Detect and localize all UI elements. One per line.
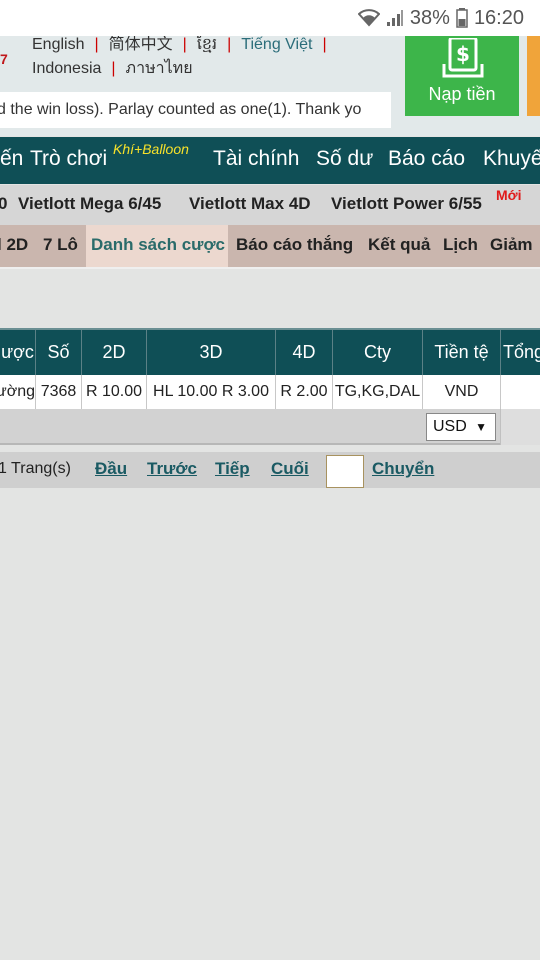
status-bar: 38% 16:20: [0, 0, 540, 36]
col-total: Tổng: [503, 342, 540, 362]
battery-percent: 38%: [409, 6, 450, 29]
vietlott-nav: 0 Vietlott Mega 6/45 Vietlott Max 4D Vie…: [0, 185, 540, 225]
lang-khmer[interactable]: ខ្មែរ: [197, 36, 217, 53]
vietlott-mega-645[interactable]: Vietlott Mega 6/45: [18, 194, 161, 214]
cell-3d: HL 10.00 R 3.00: [147, 375, 276, 409]
currency-select[interactable]: USD ▼: [426, 413, 496, 441]
page-number-input[interactable]: [326, 455, 364, 488]
orange-button-edge[interactable]: [527, 36, 540, 116]
col-number: Số: [36, 330, 82, 375]
cell-total: [501, 375, 540, 409]
language-row-2: Indonesia | ภาษาไทย: [32, 60, 193, 77]
lang-chinese[interactable]: 简体中文: [109, 36, 173, 53]
dropdown-arrow-icon: ▼: [475, 420, 487, 434]
col-2d: 2D: [82, 330, 147, 375]
language-row-1: English | 简体中文 | ខ្មែរ | Tiếng Việt |: [32, 36, 327, 53]
notice-text: d the win loss). Parlay counted as one(1…: [0, 101, 362, 118]
status-indicators: 38% 16:20: [357, 6, 524, 30]
wifi-icon: [357, 9, 380, 27]
new-badge: Mới: [496, 187, 522, 203]
vietlott-power-655[interactable]: Vietlott Power 6/55: [331, 194, 482, 214]
nav-item-reports[interactable]: Báo cáo: [388, 147, 465, 171]
last-page-link[interactable]: Cuối: [271, 459, 309, 479]
notice-marquee: d the win loss). Parlay counted as one(1…: [0, 92, 391, 128]
col-currency: Tiền tệ: [423, 330, 501, 375]
deposit-money-icon: $: [442, 36, 484, 85]
main-nav: ến Trò chơi Khí+Balloon Tài chính Số dư …: [0, 137, 540, 184]
bet-tab-schedule[interactable]: Lịch: [443, 235, 478, 255]
nav-item-games[interactable]: Trò chơi: [30, 147, 107, 171]
currency-select-value: USD: [433, 418, 467, 435]
bet-tab-bet-list[interactable]: Danh sách cược: [91, 235, 225, 255]
go-to-page-link[interactable]: Chuyển: [372, 459, 434, 479]
lang-vietnamese[interactable]: Tiếng Việt: [241, 36, 312, 53]
col-company: Cty: [333, 330, 423, 375]
cell-bet-type: ường: [0, 375, 36, 409]
page-count-text: 1 Trang(s): [0, 460, 71, 477]
cell-company: TG,KG,DAL: [333, 375, 423, 409]
bet-tab-results[interactable]: Kết quả: [368, 235, 430, 255]
nav-item-partial[interactable]: ến: [0, 147, 23, 171]
svg-text:$: $: [456, 42, 470, 66]
bet-nav: l 2D 7 Lô Danh sách cược Báo cáo thắng K…: [0, 225, 540, 267]
summary-total-cell: [500, 409, 540, 445]
battery-icon: [456, 8, 468, 28]
first-page-link[interactable]: Đầu: [95, 459, 127, 479]
balloon-badge: Khí+Balloon: [113, 141, 189, 157]
table-row: ường 7368 R 10.00 HL 10.00 R 3.00 R 2.00…: [0, 375, 540, 409]
cell-2d: R 10.00: [82, 375, 147, 409]
vietlott-item-partial[interactable]: 0: [0, 194, 7, 214]
bet-tab-discount[interactable]: Giảm: [490, 235, 533, 255]
side-number: 7: [0, 51, 8, 67]
table-summary-row: USD ▼: [0, 409, 540, 445]
nav-item-promotions[interactable]: Khuyế: [483, 147, 540, 171]
col-bet-type: ược: [0, 330, 36, 375]
lang-indonesian[interactable]: Indonesia: [32, 60, 101, 77]
deposit-label: Nạp tiền: [428, 84, 496, 104]
signal-icon: [386, 9, 404, 27]
clock: 16:20: [473, 6, 524, 29]
content-divider: [0, 267, 540, 269]
vietlott-max-4d[interactable]: Vietlott Max 4D: [189, 194, 311, 214]
nav-item-finance[interactable]: Tài chính: [213, 147, 299, 171]
prev-page-link[interactable]: Trước: [147, 459, 197, 479]
cell-number: 7368: [36, 375, 82, 409]
nav-item-balance[interactable]: Số dư: [316, 147, 373, 171]
bet-tab-7lo[interactable]: 7 Lô: [43, 235, 78, 255]
lang-english[interactable]: English: [32, 36, 84, 53]
col-3d: 3D: [147, 330, 276, 375]
table-header: ược Số 2D 3D 4D Cty Tiền tệ Tổng: [0, 328, 540, 375]
cell-4d: R 2.00: [276, 375, 333, 409]
next-page-link[interactable]: Tiếp: [215, 459, 250, 479]
deposit-button[interactable]: $ Nạp tiền: [405, 36, 519, 116]
lang-thai[interactable]: ภาษาไทย: [126, 60, 193, 77]
bet-tab-2d[interactable]: l 2D: [0, 235, 28, 255]
pagination: 1 Trang(s) Đầu Trước Tiếp Cuối Chuyển: [0, 452, 540, 488]
bet-tab-win-report[interactable]: Báo cáo thắng: [236, 235, 353, 255]
cell-currency: VND: [423, 375, 501, 409]
col-4d: 4D: [276, 330, 333, 375]
